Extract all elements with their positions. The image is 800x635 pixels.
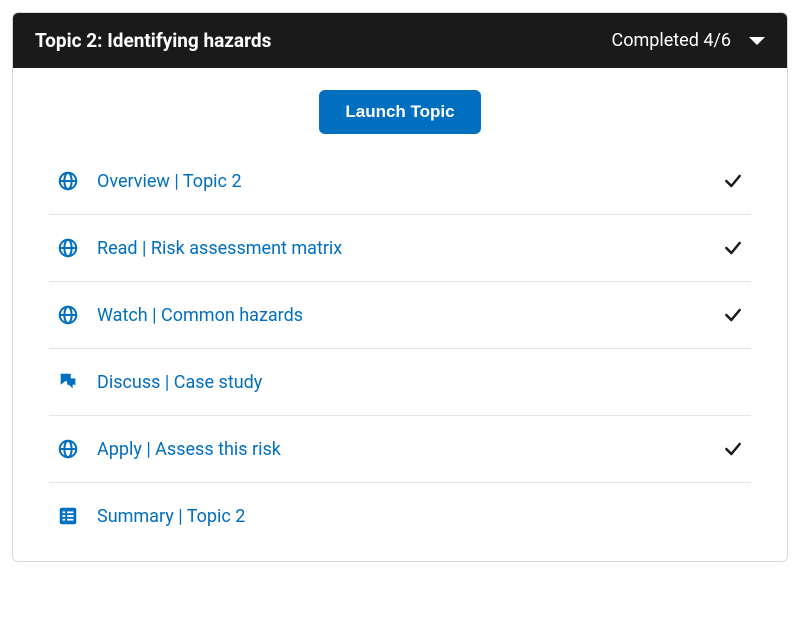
completion-status: Completed 4/6 [611, 30, 731, 51]
topic-item[interactable]: Watch | Common hazards [49, 282, 751, 349]
topic-item[interactable]: Read | Risk assessment matrix [49, 215, 751, 282]
globe-icon [57, 170, 79, 192]
chevron-down-icon[interactable] [749, 37, 765, 45]
launch-topic-button[interactable]: Launch Topic [319, 90, 480, 134]
topic-item[interactable]: Apply | Assess this risk [49, 416, 751, 483]
topic-item[interactable]: Discuss | Case study [49, 349, 751, 416]
topic-item[interactable]: Overview | Topic 2 [49, 148, 751, 215]
launch-wrap: Launch Topic [13, 68, 787, 148]
check-icon [723, 171, 743, 191]
topic-title: Topic 2: Identifying hazards [35, 29, 271, 52]
topic-item-label[interactable]: Overview | Topic 2 [97, 171, 705, 192]
topic-items: Overview | Topic 2 Read | Risk assessmen… [13, 148, 787, 561]
globe-icon [57, 237, 79, 259]
header-right: Completed 4/6 [611, 30, 765, 51]
globe-icon [57, 304, 79, 326]
summary-icon [57, 505, 79, 527]
topic-item-label[interactable]: Read | Risk assessment matrix [97, 238, 705, 259]
topic-item[interactable]: Summary | Topic 2 [49, 483, 751, 549]
topic-header[interactable]: Topic 2: Identifying hazards Completed 4… [13, 13, 787, 68]
check-icon [723, 238, 743, 258]
discuss-icon [57, 371, 79, 393]
topic-item-label[interactable]: Summary | Topic 2 [97, 506, 743, 527]
topic-item-label[interactable]: Watch | Common hazards [97, 305, 705, 326]
globe-icon [57, 438, 79, 460]
check-icon [723, 305, 743, 325]
topic-item-label[interactable]: Apply | Assess this risk [97, 439, 705, 460]
topic-item-label[interactable]: Discuss | Case study [97, 372, 743, 393]
check-icon [723, 439, 743, 459]
topic-panel: Topic 2: Identifying hazards Completed 4… [12, 12, 788, 562]
